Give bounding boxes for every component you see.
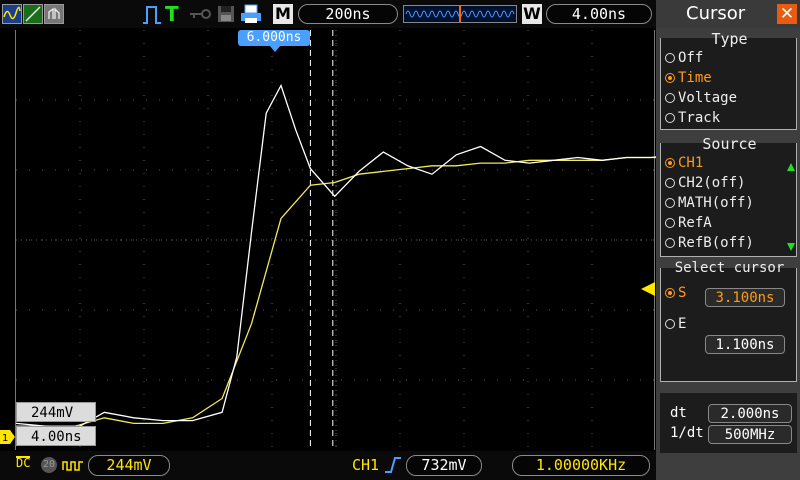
- cursor-measurements: dt 2.000ns 1/dt 500MHz: [660, 393, 797, 453]
- source-option-ch1[interactable]: CH1: [665, 154, 703, 173]
- close-icon: ✕: [779, 4, 795, 24]
- trace-reference: [16, 83, 656, 430]
- scroll-down-icon[interactable]: [787, 243, 795, 251]
- inv-dt-value: 500MHz: [708, 425, 792, 444]
- save-disk-icon[interactable]: [217, 5, 235, 23]
- type-option-time[interactable]: Time: [665, 69, 712, 88]
- type-group: Type Off Time Voltage Track: [660, 30, 797, 130]
- svg-text:1: 1: [2, 433, 8, 444]
- cursor-e-option[interactable]: E: [665, 315, 686, 334]
- menu-title: Cursor: [686, 3, 746, 24]
- source-heading: Source: [661, 135, 798, 153]
- cursor-menu-panel: Cursor ✕ Type Off Time Voltage Track Sou…: [656, 0, 800, 480]
- cursor-e-value[interactable]: 1.100ns: [705, 335, 785, 354]
- window-value[interactable]: 4.00ns: [546, 4, 652, 24]
- bandwidth-limit-indicator: 20: [41, 457, 57, 473]
- window-label: W: [522, 4, 542, 24]
- dt-label: dt: [670, 405, 687, 421]
- radio-icon: [665, 113, 675, 123]
- source-option-math[interactable]: MATH(off): [665, 194, 754, 213]
- cursor-voltage-readout: 244mV: [16, 402, 96, 422]
- frequency-counter: 1.00000KHz: [512, 455, 650, 476]
- run-status-icon: [143, 6, 161, 24]
- type-option-voltage[interactable]: Voltage: [665, 89, 737, 108]
- select-cursor-group: Select cursor S 3.100ns E 1.100ns: [660, 260, 797, 382]
- timebase-label: M: [273, 4, 293, 24]
- trigger-level[interactable]: 732mV: [406, 455, 482, 476]
- dt-value: 2.000ns: [708, 404, 792, 423]
- coupling-indicator: DC: [16, 456, 31, 470]
- trigger-position-icon: [269, 45, 281, 52]
- source-option-refb[interactable]: RefB(off): [665, 234, 754, 253]
- radio-icon: [665, 93, 675, 103]
- radio-icon: [665, 53, 675, 63]
- waveform-display-icon[interactable]: [2, 4, 22, 24]
- trigger-status: T: [165, 2, 179, 26]
- radio-selected-icon: [665, 158, 675, 168]
- waveform-graticule: [16, 30, 656, 450]
- trigger-source: CH1: [352, 456, 380, 474]
- rising-edge-icon: [385, 457, 401, 473]
- bottom-status-bar: DC 20 244mV CH1 732mV 1.00000KHz: [0, 451, 656, 480]
- radio-icon: [665, 218, 675, 228]
- channel1-ground-marker-icon[interactable]: 1: [0, 430, 15, 444]
- cursor-time-readout: 4.00ns: [16, 426, 96, 446]
- invert-icon: [62, 461, 83, 471]
- menu-title-bar: Cursor ✕: [656, 0, 800, 28]
- source-group: Source CH1 CH2(off) MATH(off) RefA RefB(…: [660, 135, 797, 257]
- type-option-off[interactable]: Off: [665, 49, 703, 68]
- radio-icon: [665, 178, 675, 188]
- top-status-bar: T M 200ns W 4.00ns: [0, 0, 656, 28]
- waveform-plot[interactable]: 6.000ns 244mV 4.00ns: [15, 30, 656, 450]
- trigger-level-marker-icon[interactable]: [641, 282, 655, 296]
- source-option-refa[interactable]: RefA: [665, 214, 712, 233]
- radio-icon: [665, 319, 675, 329]
- select-cursor-heading: Select cursor: [661, 260, 798, 276]
- radio-icon: [665, 198, 675, 208]
- memory-position-bar[interactable]: [403, 5, 517, 23]
- inv-dt-label: 1/dt: [670, 425, 704, 441]
- radio-selected-icon: [665, 73, 675, 83]
- print-icon[interactable]: [240, 4, 262, 24]
- source-option-ch2[interactable]: CH2(off): [665, 174, 745, 193]
- vector-display-icon[interactable]: [23, 4, 43, 24]
- channel-volts-div[interactable]: 244mV: [88, 455, 170, 476]
- timebase-value[interactable]: 200ns: [298, 4, 398, 24]
- cursor-delta-label: 6.000ns: [238, 30, 310, 46]
- radio-icon: [665, 238, 675, 248]
- type-option-track[interactable]: Track: [665, 109, 720, 128]
- cursor-s-value[interactable]: 3.100ns: [705, 288, 785, 307]
- cursor-s-option[interactable]: S: [665, 284, 686, 303]
- radio-selected-icon: [665, 288, 675, 298]
- type-heading: Type: [661, 30, 798, 48]
- scroll-up-icon[interactable]: [787, 163, 795, 171]
- persistence-icon[interactable]: [44, 4, 64, 24]
- key-icon: [190, 9, 211, 19]
- close-menu-button[interactable]: ✕: [777, 4, 797, 24]
